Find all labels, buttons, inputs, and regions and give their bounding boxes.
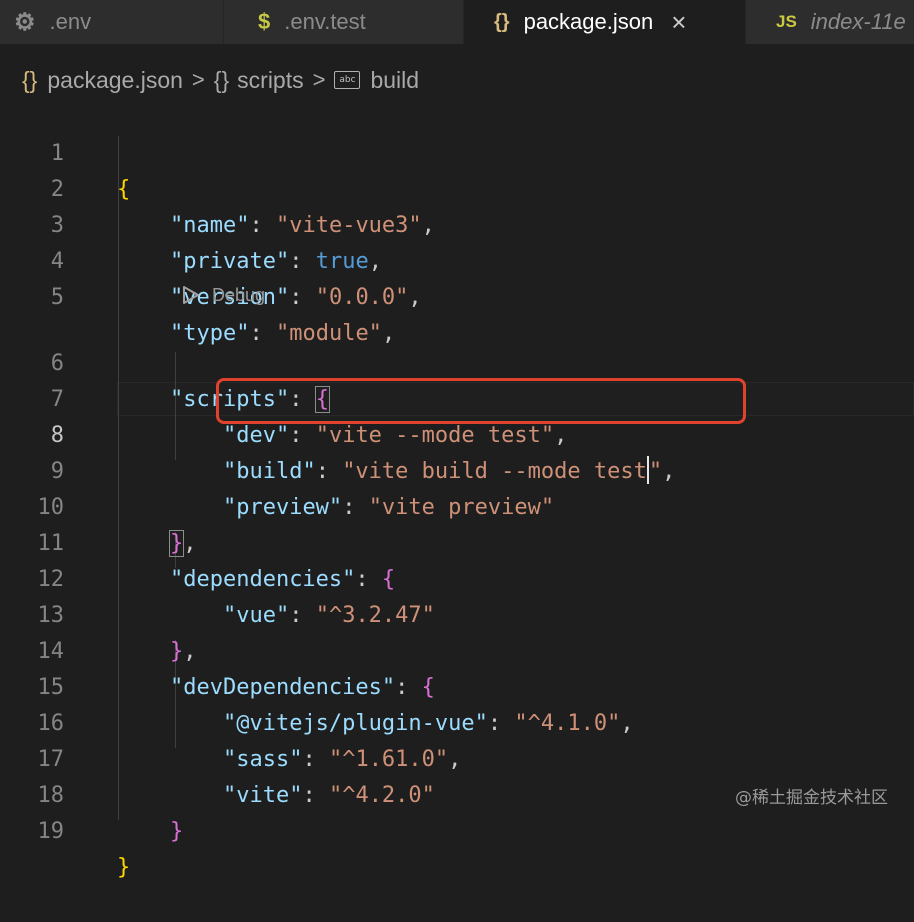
punctuation: : (289, 285, 316, 310)
tab-label: index-11e (810, 9, 906, 34)
gear-icon: ⚙ (14, 8, 36, 36)
tab-package-json[interactable]: {} package.json × (464, 0, 746, 44)
tab-index-js[interactable]: JS index-11e (746, 0, 914, 44)
code-line: 2 "name": "vite-vue3", (0, 136, 914, 238)
code-line: 11 "dependencies": { (0, 490, 914, 592)
tab-env-test[interactable]: $ .env.test (224, 0, 464, 44)
punctuation: , (408, 285, 422, 310)
code-line: 5 "type": "module", (0, 244, 914, 346)
code-line: 3 "private": true, (0, 172, 914, 274)
line-number: 19 (37, 819, 65, 844)
braces-icon: {} (22, 66, 38, 93)
tab-label: .env (49, 9, 92, 34)
chevron-right-icon: > (191, 67, 205, 92)
tab-label: package.json (523, 9, 654, 34)
code-line: 18 } (0, 742, 914, 844)
tab-label: .env.test (284, 9, 366, 34)
code-line: 14 "devDependencies": { (0, 598, 914, 700)
string-icon: abc (334, 71, 361, 89)
bracket: } (117, 855, 131, 880)
dollar-icon: $ (258, 9, 271, 34)
braces-icon: {} (494, 10, 510, 33)
code-line: 6 "scripts": { (0, 310, 914, 413)
tab-env[interactable]: ⚙ .env (0, 0, 224, 44)
code-line: 15 "@vitejs/plugin-vue": "^4.1.0", (0, 634, 914, 736)
breadcrumb-section[interactable]: scripts (237, 67, 303, 94)
close-icon[interactable]: × (671, 7, 686, 38)
debug-codelens[interactable]: Debug (182, 282, 265, 308)
code-line: 1 { (0, 100, 914, 202)
code-line: 12 "vue": "^3.2.47" (0, 526, 914, 628)
debug-label: Debug (212, 284, 266, 305)
breadcrumb: {} package.json > {} scripts > abc build (22, 62, 419, 98)
breadcrumb-item[interactable]: build (370, 67, 419, 94)
editor-tab-bar: ⚙ .env $ .env.test {} package.json × JS … (0, 0, 914, 44)
braces-icon: {} (213, 66, 230, 93)
code-line: 13 }, (0, 562, 914, 664)
chevron-right-icon: > (312, 67, 326, 92)
code-line: 10 }, (0, 454, 914, 557)
play-icon (183, 286, 199, 304)
annotation-highlight-box (216, 378, 746, 424)
js-icon: JS (776, 12, 797, 31)
json-string: "0.0.0" (315, 285, 409, 310)
code-line: 16 "sass": "^1.61.0", (0, 670, 914, 772)
code-line: 7 "dev": "vite --mode test", (0, 346, 914, 448)
code-line: 17 "vite": "^4.2.0" (0, 706, 914, 808)
code-line: 4 "version": "0.0.0", (0, 208, 914, 310)
breadcrumb-file[interactable]: package.json (47, 67, 183, 94)
watermark: @稀土掘金技术社区 (735, 788, 888, 808)
